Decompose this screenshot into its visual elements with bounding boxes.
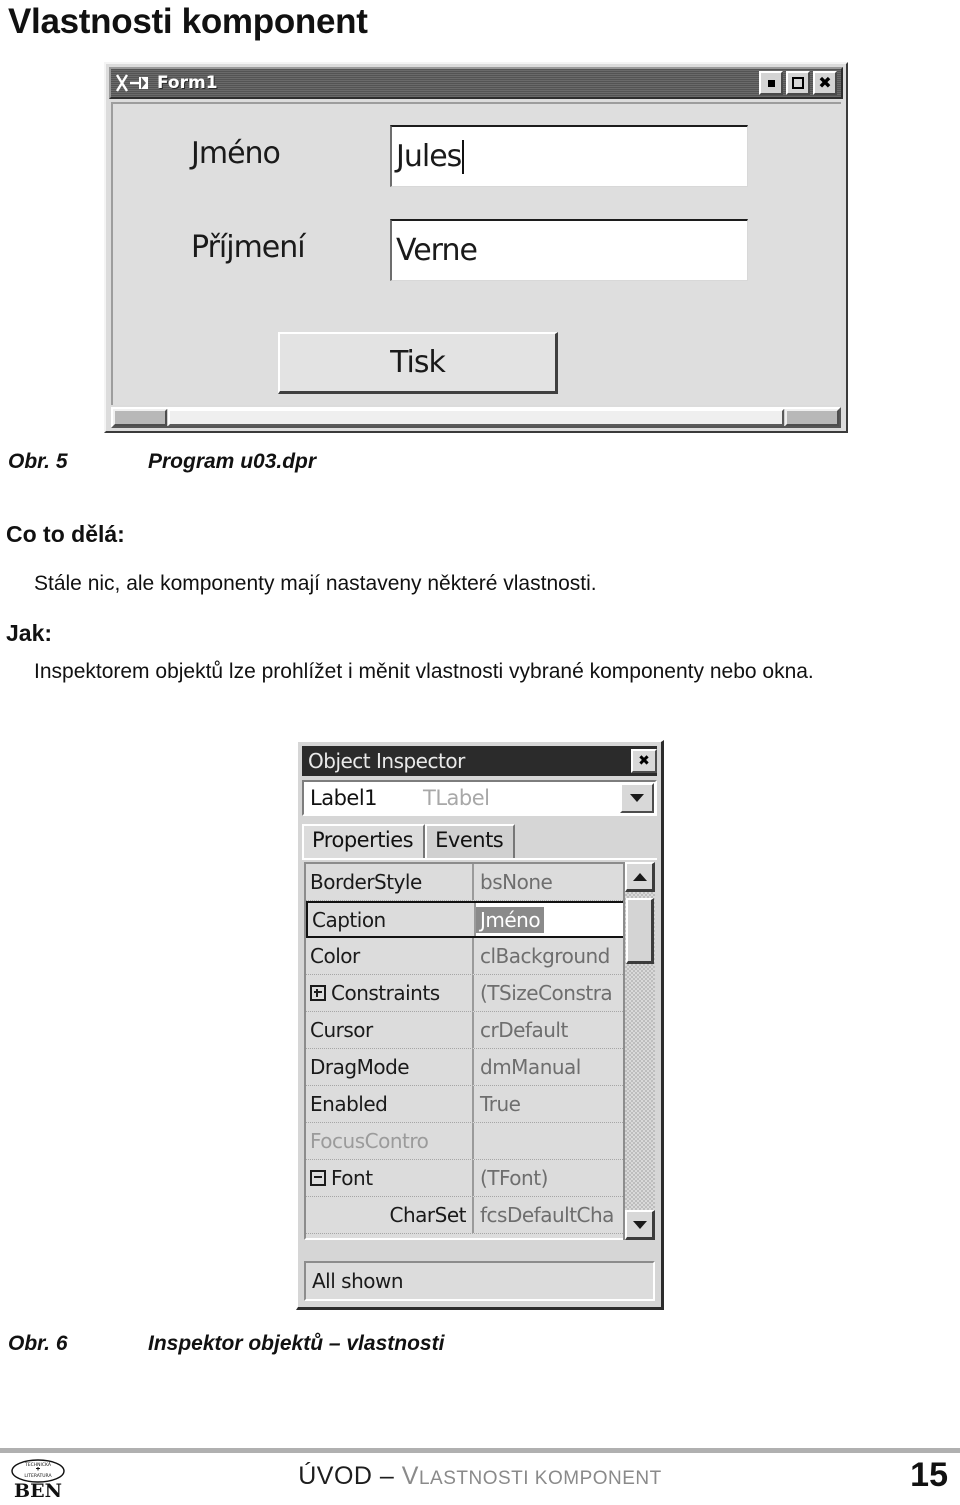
property-name-cell: Color — [306, 938, 474, 974]
property-value: fcsDefaultCha — [480, 1203, 614, 1227]
figure-6-number: Obr. 6 — [8, 1332, 68, 1355]
property-row[interactable]: Color clBackground — [306, 938, 653, 975]
jak-heading: Jak: — [6, 620, 53, 646]
property-value: (TFont) — [480, 1166, 548, 1190]
property-row[interactable]: BorderStyle bsNone — [306, 864, 653, 901]
property-grid-scrollbar[interactable] — [623, 862, 655, 1240]
form1-titlebar[interactable]: Form1 ✖ — [109, 67, 843, 99]
figure-5-number: Obr. 5 — [8, 450, 68, 473]
chevron-down-icon[interactable] — [620, 783, 654, 813]
object-inspector-window: Object Inspector ✖ Label1 TLabel Propert… — [296, 740, 664, 1310]
property-name: DragMode — [310, 1055, 410, 1079]
property-name-cell: FocusContro — [306, 1123, 474, 1159]
co-to-dela-heading: Co to dělá: — [6, 521, 125, 547]
tab-properties[interactable]: Properties — [302, 824, 426, 858]
property-row[interactable]: Caption Jméno — [306, 901, 653, 938]
collapse-minus-icon[interactable] — [310, 1170, 326, 1186]
form1-client-area: Jméno Jules Příjmení Verne Tisk — [111, 102, 841, 405]
maximize-icon[interactable] — [786, 71, 810, 95]
page-title: Vlastnosti komponent — [8, 2, 368, 41]
object-inspector-title: Object Inspector — [308, 749, 465, 773]
expand-plus-icon[interactable] — [310, 985, 326, 1001]
property-value: crDefault — [480, 1018, 568, 1042]
property-name-cell: Caption — [308, 903, 476, 936]
property-name-cell: BorderStyle — [306, 864, 474, 900]
figure-6-text: Inspektor objektů – vlastnosti — [148, 1332, 445, 1355]
form1-title-text: Form1 — [157, 73, 218, 93]
property-row[interactable]: Font (TFont) — [306, 1160, 653, 1197]
property-name: Color — [310, 944, 360, 968]
property-name-cell: Enabled — [306, 1086, 474, 1122]
grip-pad-left[interactable] — [113, 409, 167, 426]
label-prijmeni: Příjmení — [191, 230, 306, 265]
jak-text: Inspektorem objektů lze prohlížet i měni… — [34, 660, 814, 683]
scroll-up-icon[interactable] — [625, 862, 655, 892]
property-name-cell: DragMode — [306, 1049, 474, 1085]
edit-prijmeni[interactable]: Verne — [390, 219, 748, 281]
figure-6-caption: Obr. 6 Inspektor objektů – vlastnosti — [8, 1332, 444, 1356]
property-row[interactable]: Enabled True — [306, 1086, 653, 1123]
edit-prijmeni-value: Verne — [396, 233, 478, 268]
property-value: clBackground — [480, 944, 610, 968]
property-name: Constraints — [331, 981, 440, 1005]
edit-jmeno-value: Jules — [396, 139, 462, 174]
grip-bar[interactable] — [168, 409, 784, 426]
component-type: TLabel — [423, 786, 490, 810]
component-name: Label1 — [310, 786, 378, 810]
property-name: FocusContro — [310, 1129, 429, 1153]
text-caret — [462, 139, 465, 174]
property-name: Caption — [312, 907, 386, 932]
x-window-icon[interactable] — [115, 72, 155, 94]
footer-section-sub: VLASTNOSTI KOMPONENT — [402, 1462, 662, 1490]
property-name-cell: Cursor — [306, 1012, 474, 1048]
scroll-down-icon[interactable] — [625, 1210, 655, 1240]
footer-divider — [0, 1448, 960, 1453]
close-icon[interactable]: ✖ — [813, 71, 837, 95]
scrollbar-thumb[interactable] — [626, 898, 654, 964]
footer-section-main: ÚVOD – — [298, 1462, 402, 1490]
co-to-dela-text: Stále nic, ale komponenty mají nastaveny… — [34, 572, 597, 595]
property-row[interactable]: DragMode dmManual — [306, 1049, 653, 1086]
property-name: CharSet — [389, 1203, 467, 1227]
object-inspector-titlebar[interactable]: Object Inspector ✖ — [302, 746, 657, 776]
figure-5-caption: Obr. 5 Program u03.dpr — [8, 450, 316, 474]
property-name: Enabled — [310, 1092, 388, 1116]
property-name-cell: Constraints — [306, 975, 474, 1011]
property-name: Cursor — [310, 1018, 373, 1042]
grip-pad-right[interactable] — [785, 409, 839, 426]
property-name-cell: CharSet — [306, 1197, 474, 1233]
status-bar: All shown — [304, 1261, 655, 1301]
minimize-icon[interactable] — [759, 71, 783, 95]
property-name: Font — [331, 1166, 373, 1190]
property-name: BorderStyle — [310, 870, 422, 894]
edit-jmeno[interactable]: Jules — [390, 125, 748, 187]
form1-resize-grip[interactable] — [111, 407, 841, 428]
property-value: Jméno — [476, 906, 545, 933]
footer-section-sub-rest: LASTNOSTI KOMPONENT — [418, 1468, 662, 1489]
property-value: (TSizeConstra — [480, 981, 613, 1005]
property-value: True — [480, 1092, 521, 1116]
tisk-button[interactable]: Tisk — [278, 332, 558, 394]
close-icon[interactable]: ✖ — [631, 749, 657, 773]
footer-section-label: ÚVOD – VLASTNOSTI KOMPONENT — [0, 1462, 960, 1491]
component-selector-combo[interactable]: Label1 TLabel — [302, 780, 657, 816]
property-name-cell: Font — [306, 1160, 474, 1196]
property-grid[interactable]: BorderStyle bsNone Caption Jméno Color clBack… — [304, 862, 655, 1240]
property-row[interactable]: FocusContro — [306, 1123, 653, 1160]
figure-5-text: Program u03.dpr — [148, 450, 317, 473]
label-jmeno: Jméno — [191, 136, 281, 171]
property-row[interactable]: Cursor crDefault — [306, 1012, 653, 1049]
property-value: bsNone — [480, 870, 553, 894]
form1-window-buttons: ✖ — [759, 71, 841, 95]
property-row[interactable]: Constraints (TSizeConstra — [306, 975, 653, 1012]
footer-section-sub-cap: V — [401, 1462, 419, 1490]
page-number: 15 — [910, 1456, 948, 1494]
property-value: dmManual — [480, 1055, 581, 1079]
object-inspector-tabs: Properties Events — [302, 822, 657, 860]
property-row[interactable]: CharSet fcsDefaultCha — [306, 1197, 653, 1234]
tab-events[interactable]: Events — [425, 824, 516, 858]
form1-window: Form1 ✖ Jméno Jules Příjmení Verne Tisk — [104, 62, 848, 433]
